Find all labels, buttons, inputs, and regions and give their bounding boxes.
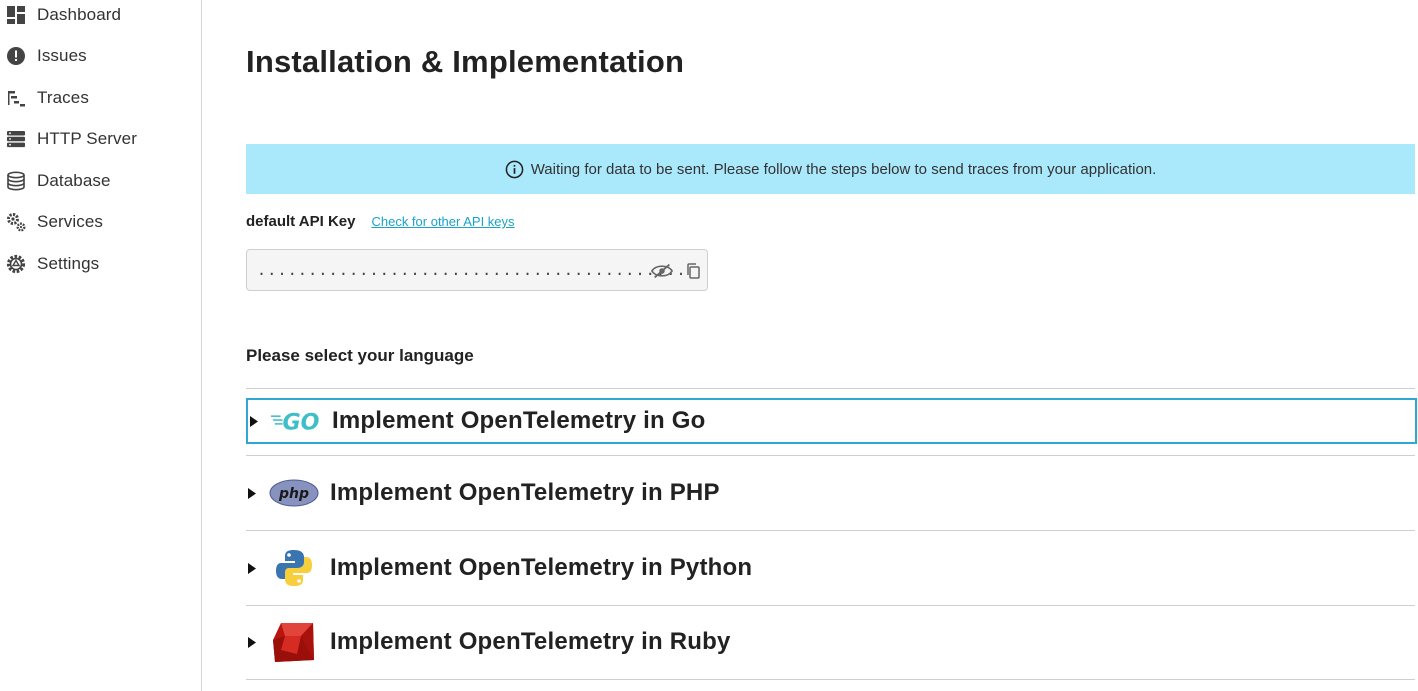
- dashboard-icon: [4, 3, 28, 27]
- server-icon: [4, 127, 28, 151]
- waiting-banner: Waiting for data to be sent. Please foll…: [246, 144, 1415, 194]
- api-key-field[interactable]: ........................................…: [246, 249, 708, 291]
- sidebar-item-label: Traces: [37, 88, 89, 107]
- sidebar-item-http-server[interactable]: HTTP Server: [0, 122, 200, 156]
- svg-text:GO: GO: [283, 410, 320, 434]
- divider: [246, 605, 1415, 606]
- sidebar: Dashboard Issues Traces HTTP Server Data…: [0, 0, 202, 691]
- sidebar-item-label: Services: [37, 212, 103, 231]
- divider: [246, 679, 1415, 680]
- info-icon: [505, 159, 525, 179]
- sidebar-item-issues[interactable]: Issues: [0, 39, 200, 73]
- page-title: Installation & Implementation: [246, 44, 685, 79]
- language-item-go[interactable]: GO Implement OpenTelemetry in Go: [246, 398, 1417, 444]
- main-content: Installation & Implementation Waiting fo…: [202, 0, 1418, 691]
- database-icon: [4, 169, 28, 193]
- divider: [246, 530, 1415, 531]
- sidebar-item-label: Settings: [37, 254, 100, 273]
- sidebar-item-services[interactable]: Services: [0, 205, 200, 239]
- alert-icon: [4, 44, 28, 68]
- sidebar-item-dashboard[interactable]: Dashboard: [0, 0, 200, 32]
- sidebar-item-traces[interactable]: Traces: [0, 81, 200, 115]
- language-title: Implement OpenTelemetry in Go: [332, 407, 706, 434]
- caret-right-icon: [248, 562, 258, 574]
- language-heading: Please select your language: [246, 346, 474, 365]
- copy-icon[interactable]: [682, 261, 704, 281]
- sidebar-item-database[interactable]: Database: [0, 164, 200, 198]
- language-title: Implement OpenTelemetry in PHP: [330, 479, 720, 506]
- settings-icon: [4, 252, 28, 276]
- other-api-keys-link[interactable]: Check for other API keys: [371, 214, 514, 229]
- python-logo: [268, 545, 320, 591]
- language-item-php[interactable]: php Implement OpenTelemetry in PHP: [246, 470, 1415, 516]
- go-logo: GO: [270, 398, 322, 444]
- banner-text: Waiting for data to be sent. Please foll…: [530, 160, 1157, 178]
- api-key-row: default API Key Check for other API keys: [246, 213, 515, 230]
- eye-off-icon[interactable]: [651, 261, 673, 281]
- php-logo: php: [268, 470, 320, 516]
- language-item-ruby[interactable]: Implement OpenTelemetry in Ruby: [246, 619, 1415, 665]
- gears-icon: [4, 210, 28, 234]
- language-title: Implement OpenTelemetry in Python: [330, 554, 753, 581]
- language-item-python[interactable]: Implement OpenTelemetry in Python: [246, 545, 1415, 591]
- ruby-logo: [268, 619, 320, 665]
- sidebar-item-label: HTTP Server: [37, 129, 137, 148]
- caret-right-icon: [250, 415, 260, 427]
- sidebar-item-label: Dashboard: [37, 5, 122, 24]
- api-key-label: default API Key: [246, 213, 356, 230]
- caret-right-icon: [248, 487, 258, 499]
- sidebar-item-settings[interactable]: Settings: [0, 247, 200, 281]
- divider: [246, 455, 1415, 456]
- traces-icon: [4, 86, 28, 110]
- svg-text:php: php: [278, 486, 309, 502]
- language-title: Implement OpenTelemetry in Ruby: [330, 628, 731, 655]
- sidebar-item-label: Issues: [37, 46, 87, 65]
- sidebar-item-label: Database: [37, 171, 111, 190]
- caret-right-icon: [248, 636, 258, 648]
- api-key-value: ........................................…: [257, 261, 687, 279]
- divider: [246, 388, 1415, 389]
